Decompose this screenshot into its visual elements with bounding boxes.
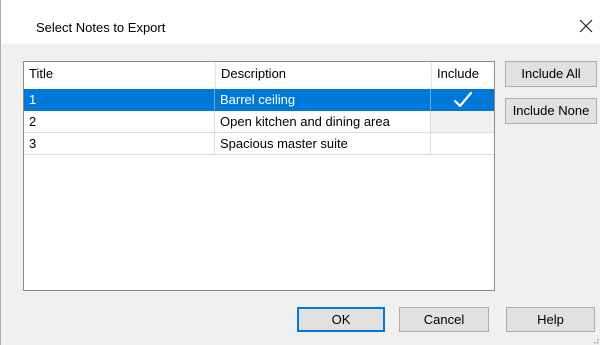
row-description-cell[interactable]: Open kitchen and dining area: [215, 111, 431, 133]
row-title-cell[interactable]: 2: [24, 111, 215, 133]
row-title-cell[interactable]: 3: [24, 133, 215, 155]
row-include-cell[interactable]: [431, 111, 494, 133]
include-all-button[interactable]: Include All: [505, 61, 597, 87]
row-include-cell[interactable]: [431, 89, 494, 111]
include-none-button[interactable]: Include None: [505, 98, 597, 124]
dialog-title: Select Notes to Export: [36, 20, 166, 35]
cancel-button[interactable]: Cancel: [399, 307, 489, 332]
export-notes-dialog: Select Notes to Export Title Description…: [0, 0, 600, 345]
row-description-cell[interactable]: Spacious master suite: [215, 133, 431, 155]
notes-grid[interactable]: Title Description Include 1 Barrel ceili…: [23, 61, 495, 291]
help-button[interactable]: Help: [506, 307, 595, 332]
title-bar: Select Notes to Export: [1, 0, 600, 44]
table-row[interactable]: 2 Open kitchen and dining area: [24, 111, 494, 133]
row-description-cell[interactable]: Barrel ceiling: [215, 89, 431, 111]
close-icon[interactable]: [576, 16, 596, 36]
column-header-include[interactable]: Include: [431, 62, 494, 88]
row-include-cell[interactable]: [431, 133, 494, 155]
column-header-description[interactable]: Description: [215, 62, 431, 88]
row-title-cell[interactable]: 1: [24, 89, 215, 111]
checkmark-icon: [453, 91, 473, 108]
column-header-title[interactable]: Title: [24, 62, 215, 88]
grid-header-row: Title Description Include: [24, 62, 494, 88]
resize-grip-icon[interactable]: [593, 338, 599, 344]
ok-button[interactable]: OK: [297, 307, 385, 332]
table-row[interactable]: 1 Barrel ceiling: [24, 89, 494, 111]
table-row[interactable]: 3 Spacious master suite: [24, 133, 494, 155]
